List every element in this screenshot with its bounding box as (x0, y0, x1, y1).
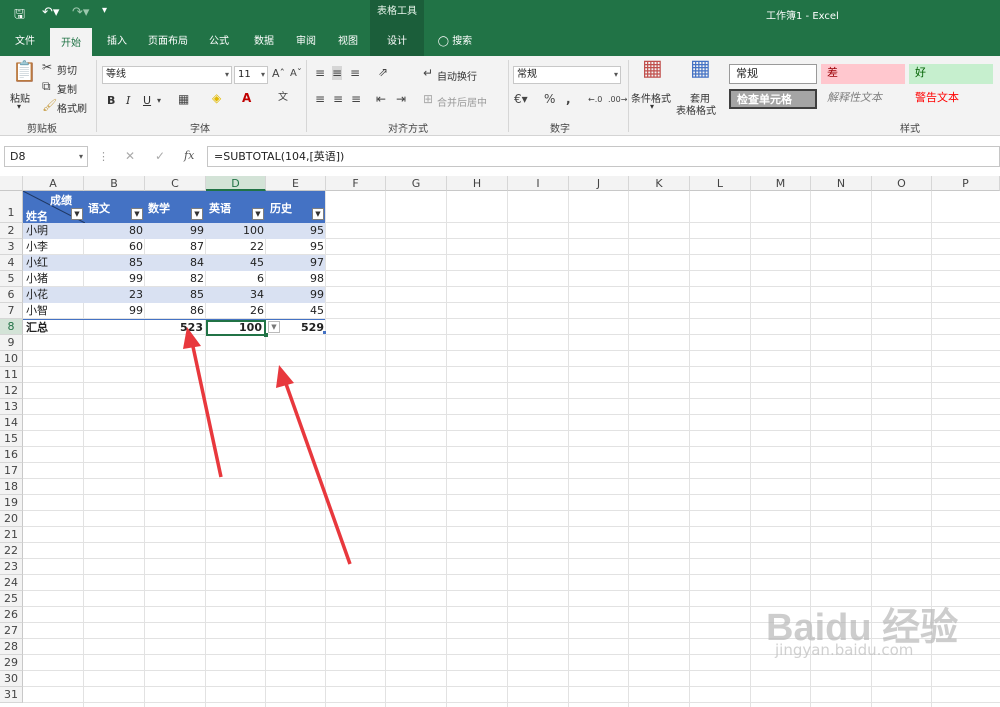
phonetic-icon[interactable]: 文 (278, 91, 288, 105)
style-normal[interactable]: 常规 (729, 64, 817, 84)
style-check-cell[interactable]: 检查单元格 (729, 89, 817, 109)
chevron-down-icon[interactable]: ▾ (157, 94, 161, 108)
enter-icon[interactable]: ✓ (155, 149, 165, 163)
tab-insert[interactable]: 插入 (96, 28, 138, 56)
group-divider (306, 60, 307, 132)
redo-icon[interactable]: ↷▾ (72, 5, 89, 20)
decrease-font-icon[interactable]: Aˇ (290, 67, 302, 81)
name-box[interactable]: D8 ▾ (4, 146, 88, 167)
tab-formulas[interactable]: 公式 (198, 28, 240, 56)
align-top-icon[interactable]: ≡ (315, 66, 325, 80)
align-center-icon[interactable]: ≡ (333, 92, 343, 106)
ribbon-tabs: 文件 开始 插入 页面布局 公式 数据 审阅 视图 设计 ◯ 搜索 (0, 28, 1000, 56)
group-divider (508, 60, 509, 132)
scissors-icon[interactable]: ✂ (42, 60, 52, 74)
wrap-text-icon[interactable]: ↵ (423, 66, 433, 80)
align-left-icon[interactable]: ≡ (315, 92, 325, 106)
worksheet-grid[interactable]: ABCDEFGHIJKLMNOP 1 2 3 4 5 6 7 8 9 10 11 12 13 14 15 16… (0, 176, 1000, 707)
cancel-icon[interactable]: ✕ (125, 149, 135, 163)
increase-font-icon[interactable]: Aˆ (272, 67, 285, 81)
search-box[interactable]: ◯ 搜索 (432, 28, 478, 56)
wrap-text-button[interactable]: 自动换行 (437, 68, 477, 83)
tab-home[interactable]: 开始 (50, 28, 92, 56)
title-bar: 🖫 ↶▾ ↷▾ ▾ 表格工具 工作簿1 - Excel (0, 0, 1000, 28)
tab-data[interactable]: 数据 (244, 28, 284, 56)
tab-design[interactable]: 设计 (370, 28, 424, 56)
chevron-down-icon: ▾ (260, 70, 265, 79)
underline-button[interactable]: U (143, 94, 151, 107)
merge-center-button[interactable]: 合并后居中 (437, 94, 487, 109)
format-painter-icon[interactable]: 🖌 (42, 98, 57, 112)
increase-decimal-icon[interactable]: ←.0 (588, 93, 602, 107)
style-warning[interactable]: 警告文本 (909, 89, 993, 109)
lightbulb-icon: ◯ (437, 36, 449, 47)
alignment-group-label: 对齐方式 (388, 124, 428, 135)
watermark-url: jingyan.baidu.com (775, 641, 914, 659)
style-bad[interactable]: 差 (821, 64, 905, 84)
italic-button[interactable]: I (126, 94, 130, 107)
paste-icon[interactable]: 📋 (12, 61, 37, 81)
formula-input[interactable]: =SUBTOTAL(104,[英语]) (207, 146, 1000, 167)
number-group-label: 数字 (550, 124, 570, 135)
table-format-button[interactable]: 表格格式 (676, 102, 716, 117)
styles-group-label: 样式 (900, 124, 920, 135)
customize-qat-icon[interactable]: ▾ (102, 5, 107, 16)
bold-button[interactable]: B (107, 94, 115, 107)
group-divider (628, 60, 629, 132)
format-painter-button[interactable]: 格式刷 (57, 100, 87, 115)
ribbon: 📋 粘贴 ▾ ✂ 剪切 ⧉ 复制 🖌 格式刷 剪贴板 等线 ▾ 11 ▾ Aˆ Aˇ… (0, 56, 1000, 136)
group-divider (96, 60, 97, 132)
font-size-select[interactable]: 11 ▾ (234, 66, 268, 84)
undo-icon[interactable]: ↶▾ (42, 5, 59, 20)
copy-button[interactable]: 复制 (57, 81, 77, 96)
tab-view[interactable]: 视图 (328, 28, 368, 56)
style-explanatory[interactable]: 解释性文本 (821, 89, 905, 109)
paste-dropdown-icon[interactable]: ▾ (17, 102, 21, 111)
copy-icon[interactable]: ⧉ (42, 79, 51, 93)
insert-function-icon[interactable]: fx (184, 149, 194, 162)
tab-page-layout[interactable]: 页面布局 (142, 28, 194, 56)
orientation-icon[interactable]: ⇗ (378, 65, 388, 79)
more-icon: ⋮ (98, 150, 109, 163)
align-right-icon[interactable]: ≡ (351, 92, 361, 106)
table-tools-context: 表格工具 (370, 0, 424, 28)
percent-icon[interactable]: % (544, 92, 555, 106)
conditional-format-icon[interactable]: ▦ (642, 58, 663, 80)
window-title: 工作簿1 - Excel (766, 11, 839, 22)
border-icon[interactable]: ▦ (178, 92, 189, 106)
decrease-indent-icon[interactable]: ⇤ (376, 92, 386, 106)
comma-style-icon[interactable]: , (566, 92, 571, 106)
merge-icon[interactable]: ⊞ (423, 92, 433, 106)
clipboard-group-label: 剪贴板 (27, 124, 57, 135)
font-color-icon[interactable]: A (242, 91, 251, 105)
save-icon[interactable]: 🖫 (14, 5, 25, 27)
chevron-down-icon[interactable]: ▾ (650, 102, 654, 111)
align-middle-icon[interactable]: ≡ (332, 66, 343, 80)
chevron-down-icon: ▾ (78, 152, 83, 161)
formula-bar: D8 ▾ ⋮ ✕ ✓ fx =SUBTOTAL(104,[英语]) (0, 140, 1000, 172)
align-bottom-icon[interactable]: ≡ (350, 66, 360, 80)
fill-color-icon[interactable]: ◈ (212, 91, 221, 105)
cut-button[interactable]: 剪切 (57, 62, 77, 77)
font-group-label: 字体 (190, 124, 210, 135)
decrease-decimal-icon[interactable]: .00→ (608, 93, 627, 107)
font-name-select[interactable]: 等线 ▾ (102, 66, 232, 84)
style-good[interactable]: 好 (909, 64, 993, 84)
chevron-down-icon: ▾ (613, 70, 618, 79)
accounting-format-icon[interactable]: €▾ (514, 92, 528, 106)
number-format-select[interactable]: 常规 ▾ (513, 66, 621, 84)
increase-indent-icon[interactable]: ⇥ (396, 92, 406, 106)
tab-review[interactable]: 审阅 (286, 28, 326, 56)
chevron-down-icon: ▾ (224, 70, 229, 79)
table-format-icon[interactable]: ▦ (690, 58, 711, 80)
tab-file[interactable]: 文件 (4, 28, 46, 56)
